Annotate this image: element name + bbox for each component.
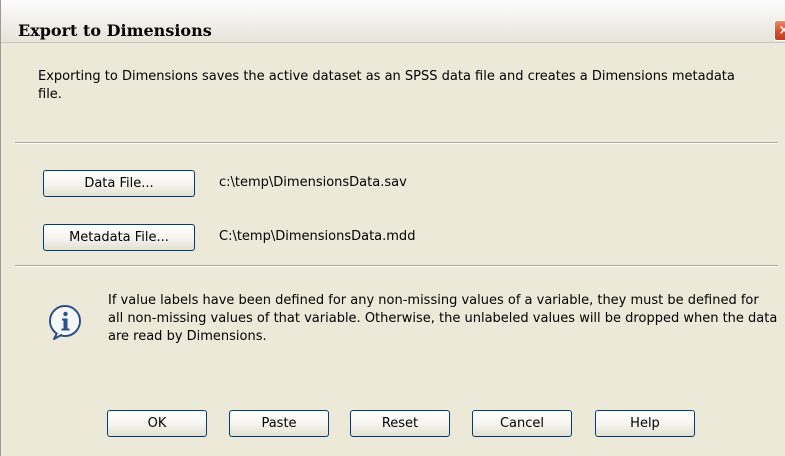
ok-button[interactable]: OK [107, 410, 207, 437]
dialog-title: Export to Dimensions [18, 21, 212, 40]
info-message: If value labels have been defined for an… [108, 293, 778, 344]
help-button[interactable]: Help [595, 410, 695, 437]
title-bar[interactable]: Export to Dimensions × [1, 0, 785, 43]
metadata-file-path: C:\temp\DimensionsData.mdd [219, 229, 416, 244]
separator-top [15, 142, 778, 144]
paste-button[interactable]: Paste [229, 410, 329, 437]
data-file-path: c:\temp\DimensionsData.sav [219, 175, 407, 190]
close-icon: × [779, 23, 785, 38]
close-button[interactable]: × [774, 20, 785, 41]
cancel-button[interactable]: Cancel [472, 410, 572, 437]
info-icon [49, 305, 81, 340]
intro-description: Exporting to Dimensions saves the active… [38, 69, 735, 102]
data-file-button[interactable]: Data File... [43, 170, 195, 197]
reset-button[interactable]: Reset [350, 410, 450, 437]
export-dialog: Export to Dimensions × Exporting to Dime… [0, 0, 785, 456]
separator-bottom [15, 265, 778, 267]
metadata-file-button[interactable]: Metadata File... [43, 224, 195, 251]
